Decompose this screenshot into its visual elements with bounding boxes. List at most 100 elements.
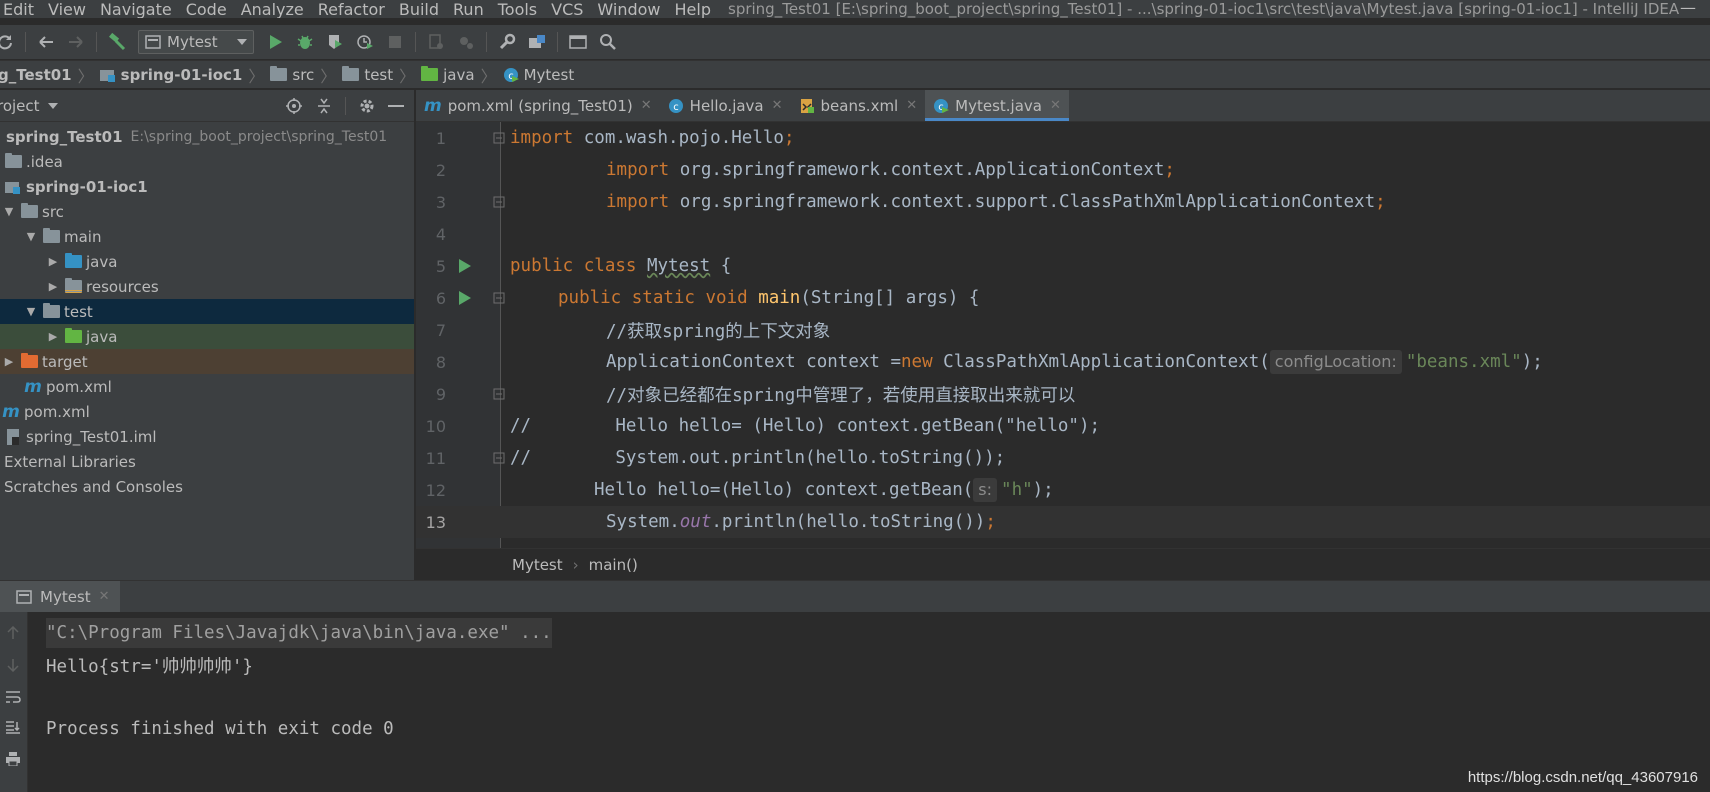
profile-icon[interactable] — [352, 29, 378, 55]
menu-vcs[interactable]: VCS — [544, 0, 590, 18]
run-icon[interactable] — [262, 29, 288, 55]
run-tab-mytest[interactable]: Mytest ✕ — [0, 580, 120, 613]
project-structure-icon[interactable] — [524, 29, 550, 55]
close-icon[interactable]: ✕ — [641, 98, 652, 113]
tree-item-src[interactable]: ▼ src — [0, 199, 414, 224]
close-icon[interactable]: ✕ — [772, 98, 783, 113]
source-folder-icon — [64, 253, 82, 270]
tree-item-module[interactable]: spring-01-ioc1 — [0, 174, 414, 199]
tree-item-label: pom.xml — [46, 377, 112, 396]
breadcrumb-class[interactable]: c Mytest — [499, 66, 579, 84]
debug-icon[interactable] — [292, 29, 318, 55]
tree-item-main[interactable]: ▼ main — [0, 224, 414, 249]
breadcrumb-separator: 〉 — [480, 66, 497, 86]
sync-icon[interactable] — [0, 29, 18, 55]
breadcrumb-java[interactable]: java — [417, 66, 478, 84]
breadcrumb-test[interactable]: test — [338, 66, 397, 84]
forward-icon[interactable] — [63, 29, 89, 55]
close-icon[interactable]: ✕ — [1050, 98, 1061, 113]
tree-item-scratches[interactable]: Scratches and Consoles — [0, 474, 414, 499]
main-toolbar: Mytest — [0, 25, 1710, 59]
run-configuration-select[interactable]: Mytest — [138, 30, 254, 54]
attach-debugger-icon[interactable] — [423, 29, 449, 55]
menu-build[interactable]: Build — [392, 0, 446, 18]
menu-tools[interactable]: Tools — [491, 0, 544, 18]
chevron-down-icon[interactable] — [47, 102, 58, 109]
console-command-line[interactable]: "C:\Program Files\Javajdk\java\bin\java.… — [46, 618, 552, 648]
gear-icon[interactable] — [358, 97, 376, 115]
menu-analyze[interactable]: Analyze — [234, 0, 311, 18]
locate-file-icon[interactable] — [285, 97, 303, 115]
back-icon[interactable] — [33, 29, 59, 55]
collapsed-arrow-icon[interactable]: ▶ — [46, 280, 60, 293]
tree-item-iml[interactable]: spring_Test01.iml — [0, 424, 414, 449]
menu-refactor[interactable]: Refactor — [311, 0, 392, 18]
tree-item-root[interactable]: spring_Test01 E:\spring_boot_project\spr… — [0, 124, 414, 149]
fold-icon[interactable] — [493, 388, 505, 400]
project-view-selector[interactable]: roject — [0, 97, 40, 115]
collapse-all-icon[interactable] — [315, 97, 333, 115]
soft-wrap-icon[interactable] — [2, 686, 24, 708]
tree-item-test[interactable]: ▼ test — [0, 299, 414, 324]
expanded-arrow-icon[interactable]: ▼ — [24, 305, 38, 318]
run-gutter-icon[interactable] — [458, 259, 472, 273]
breadcrumb-module[interactable]: spring-01-ioc1 — [96, 66, 247, 84]
menu-edit[interactable]: Edit — [0, 0, 41, 18]
minimize-button[interactable]: — — [1680, 0, 1696, 17]
build-hammer-icon[interactable] — [104, 29, 130, 55]
collapsed-arrow-icon[interactable]: ▶ — [46, 255, 60, 268]
tree-item-module-pom[interactable]: m pom.xml — [0, 374, 414, 399]
collapsed-arrow-icon[interactable]: ▶ — [46, 330, 60, 343]
tree-item-root-pom[interactable]: m pom.xml — [0, 399, 414, 424]
search-icon[interactable] — [595, 29, 621, 55]
run-gutter-icon[interactable] — [458, 291, 472, 305]
scroll-to-end-icon[interactable] — [2, 716, 24, 738]
run-console-output[interactable]: "C:\Program Files\Javajdk\java\bin\java.… — [28, 612, 1710, 792]
terminal-icon[interactable] — [565, 29, 591, 55]
tab-pom-xml[interactable]: m pom.xml (spring_Test01) ✕ — [416, 90, 660, 121]
tab-beans-xml[interactable]: beans.xml ✕ — [791, 90, 926, 121]
tree-item-main-java[interactable]: ▶ java — [0, 249, 414, 274]
expanded-arrow-icon[interactable]: ▼ — [24, 230, 38, 243]
code-editor[interactable]: 1 import com.wash.pojo.Hello; 2 import o… — [416, 122, 1710, 548]
fold-icon[interactable] — [493, 132, 505, 144]
scroll-up-icon[interactable] — [2, 622, 24, 644]
tab-mytest-java[interactable]: c Mytest.java ✕ — [925, 90, 1069, 121]
coverage-icon[interactable] — [322, 29, 348, 55]
close-icon[interactable]: ✕ — [906, 98, 917, 113]
menu-run[interactable]: Run — [446, 0, 491, 18]
tab-hello-java[interactable]: c Hello.java ✕ — [660, 90, 791, 121]
folder-icon — [342, 66, 360, 81]
fold-icon[interactable] — [493, 452, 505, 464]
menu-code[interactable]: Code — [179, 0, 234, 18]
menu-window[interactable]: Window — [590, 0, 667, 18]
breadcrumb-method[interactable]: main() — [589, 556, 638, 574]
scroll-down-icon[interactable] — [2, 654, 24, 676]
tree-item-target[interactable]: ▶ target — [0, 349, 414, 374]
menu-navigate[interactable]: Navigate — [93, 0, 179, 18]
folder-icon — [4, 153, 22, 170]
navigation-breadcrumb: g_Test01 〉 spring-01-ioc1 〉 src 〉 test 〉… — [0, 60, 1710, 88]
breadcrumb-class[interactable]: Mytest — [512, 556, 563, 574]
expanded-arrow-icon[interactable]: ▼ — [2, 205, 16, 218]
hide-panel-icon[interactable] — [388, 104, 404, 108]
tree-item-external-libraries[interactable]: External Libraries — [0, 449, 414, 474]
menu-help[interactable]: Help — [668, 0, 718, 18]
tree-item-label: src — [42, 202, 64, 221]
breadcrumb-src[interactable]: src — [266, 66, 318, 84]
stop-icon[interactable] — [382, 29, 408, 55]
xml-icon — [799, 98, 815, 114]
tree-item-test-java[interactable]: ▶ java — [0, 324, 414, 349]
print-icon[interactable] — [2, 748, 24, 770]
tree-item-idea[interactable]: .idea — [0, 149, 414, 174]
fold-icon[interactable] — [493, 292, 505, 304]
settings-wrench-icon[interactable] — [494, 29, 520, 55]
collapsed-arrow-icon[interactable]: ▶ — [2, 355, 16, 368]
vcs-update-icon[interactable] — [453, 29, 479, 55]
tab-label: pom.xml (spring_Test01) — [447, 96, 633, 115]
fold-icon[interactable] — [493, 196, 505, 208]
tree-item-resources[interactable]: ▶ resources — [0, 274, 414, 299]
close-icon[interactable]: ✕ — [99, 589, 110, 604]
breadcrumb-project[interactable]: g_Test01 — [0, 66, 76, 84]
menu-view[interactable]: View — [41, 0, 93, 18]
